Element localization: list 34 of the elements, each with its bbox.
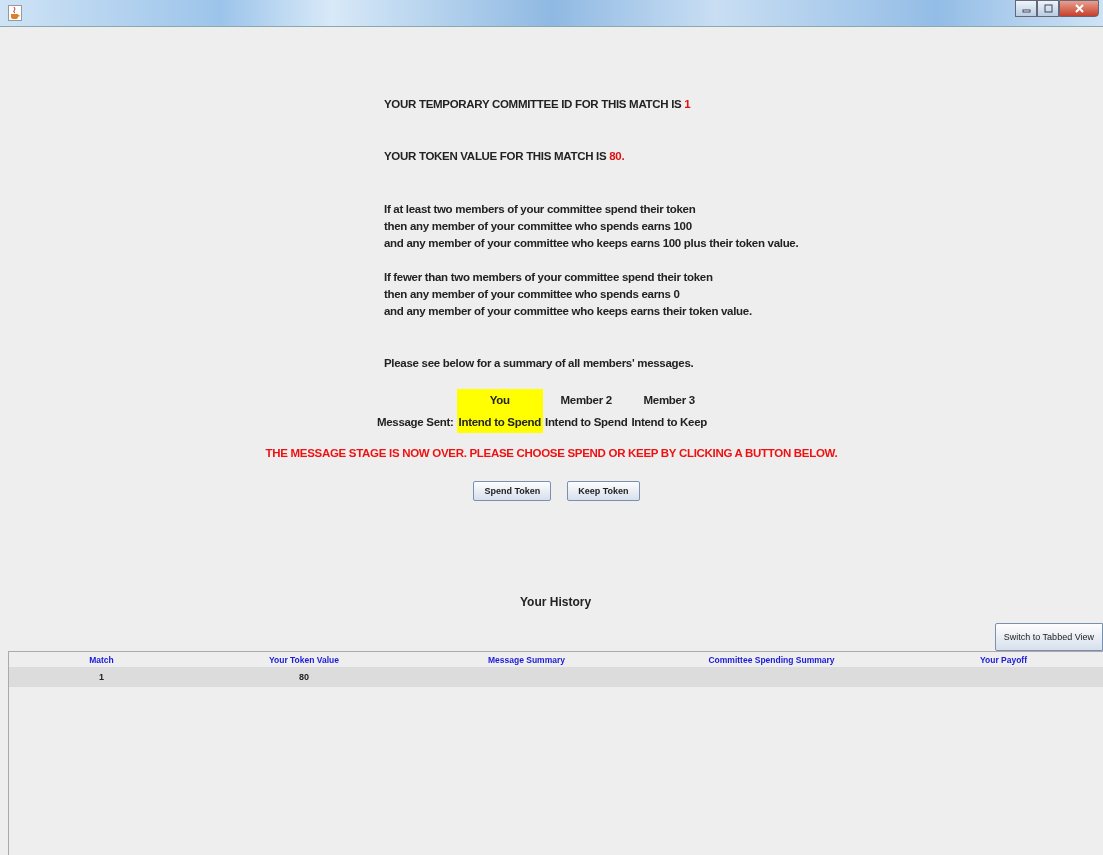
switch-view-button[interactable]: Switch to Tabbed View <box>994 623 1103 651</box>
member-name: You <box>456 389 543 411</box>
column-header: Message Summary <box>487 654 566 665</box>
rule-text: then any member of your committee who spends earns 0 <box>384 287 681 302</box>
member-message: Intend to Spend <box>544 415 629 430</box>
summary-intro-text: Please see below for a summary of all members' messages. <box>384 356 695 371</box>
rule-text: then any member of your committee who spends earns 100 <box>384 219 693 234</box>
rule-text: and any member of your committee who keeps earns their token value. <box>384 304 753 319</box>
member-message: Intend to Keep <box>630 415 709 430</box>
rule-text: If at least two members of your committee spend their token <box>384 202 697 217</box>
token-value-text: YOUR TOKEN VALUE FOR THIS MATCH IS 80. <box>384 149 626 163</box>
message-row-label: Message Sent: <box>375 415 455 430</box>
close-icon <box>1074 4 1084 13</box>
table-cell: 80 <box>299 672 309 682</box>
column-header: Match <box>88 654 115 665</box>
choice-button[interactable]: Spend Token <box>473 481 552 501</box>
member-message: Intend to Spend <box>456 411 543 433</box>
minimize-button[interactable] <box>1015 0 1037 17</box>
notice-text: THE MESSAGE STAGE IS NOW OVER. PLEASE CHOOSE SPEND OR KEEP BY CLICKING A BUTTON BELOW. <box>264 447 839 459</box>
rule-text: and any member of your committee who keeps earns 100 plus their token value. <box>384 236 800 251</box>
committee-id-text: YOUR TEMPORARY COMMITTEE ID FOR THIS MATCH IS 1 <box>384 97 692 111</box>
history-title: Your History <box>518 595 593 609</box>
close-button[interactable] <box>1059 0 1099 17</box>
member-name: Member 2 <box>559 393 613 408</box>
maximize-icon <box>1043 4 1053 13</box>
column-header: Your Payoff <box>978 654 1029 665</box>
member-name: Member 3 <box>642 393 696 408</box>
table-cell: 1 <box>99 672 104 682</box>
column-header: Your Token Value <box>267 654 341 665</box>
coffee-cup-icon <box>8 5 22 21</box>
choice-button[interactable]: Keep Token <box>567 481 640 501</box>
maximize-button[interactable] <box>1037 0 1059 17</box>
column-header: Committee Spending Summary <box>707 654 836 665</box>
rule-text: If fewer than two members of your committee spend their token <box>384 270 714 285</box>
